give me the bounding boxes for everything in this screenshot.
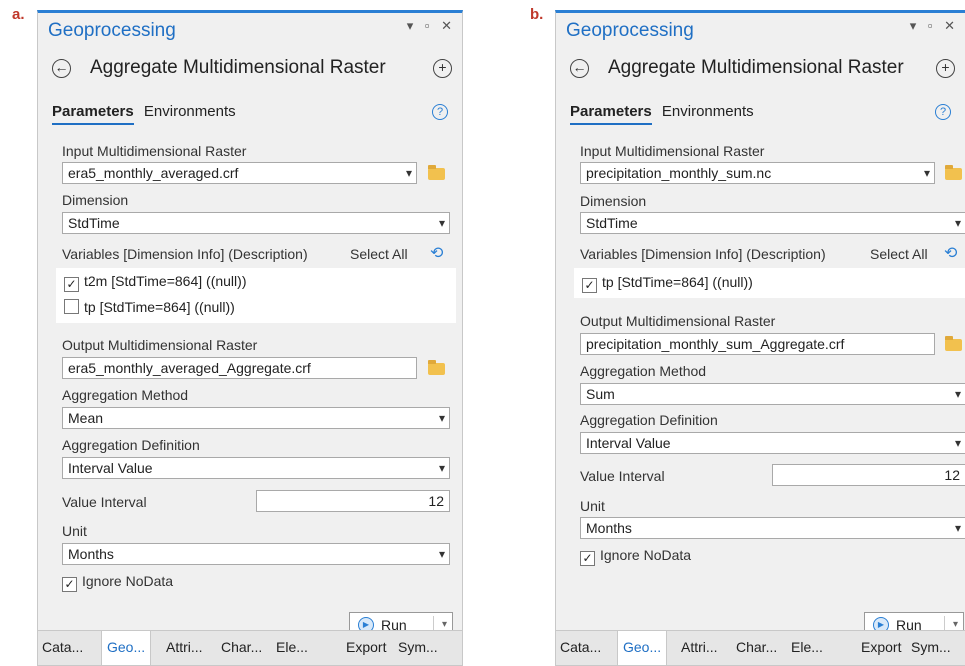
unit-select[interactable]: Months <box>580 517 965 539</box>
panel-b-label: b. <box>530 6 544 23</box>
select-all-link[interactable]: Select All <box>350 246 408 262</box>
value-interval-input[interactable]: 12 <box>256 490 450 512</box>
tool-header: ← Aggregate Multidimensional Raster + <box>38 57 462 85</box>
parameter-tabs: Parameters Environments <box>52 103 236 125</box>
pane-title: Geoprocessing <box>566 20 694 41</box>
output-raster-label: Output Multidimensional Raster <box>580 313 776 329</box>
bottom-tab-export[interactable]: Export <box>861 639 901 655</box>
tool-header: ← Aggregate Multidimensional Raster + <box>556 57 965 85</box>
aggregation-definition-label: Aggregation Definition <box>580 412 718 428</box>
variables-list: ✓ t2m [StdTime=864] ((null)) tp [StdTime=… <box>56 268 456 323</box>
input-raster-label: Input Multidimensional Raster <box>62 143 247 159</box>
checkbox-checked[interactable]: ✓ <box>582 278 597 293</box>
bottom-tab-chart[interactable]: Char... <box>736 639 777 655</box>
aggregation-definition-select[interactable]: Interval Value <box>580 432 965 454</box>
variable-label: tp [StdTime=864] ((null)) <box>602 274 753 290</box>
bottom-tab-elevation[interactable]: Ele... <box>276 639 308 655</box>
checkbox-checked[interactable]: ✓ <box>64 277 79 292</box>
aggregation-method-label: Aggregation Method <box>62 387 189 403</box>
geoprocessing-pane-a: Geoprocessing ▾ ▫ ✕ ← Aggregate Multidim… <box>37 10 463 666</box>
output-raster-field[interactable]: era5_monthly_averaged_Aggregate.crf <box>62 357 417 379</box>
tab-environments[interactable]: Environments <box>662 103 754 120</box>
variable-row[interactable]: tp [StdTime=864] ((null)) <box>64 299 235 315</box>
window-controls[interactable]: ▾ ▫ ✕ <box>407 18 456 34</box>
tab-parameters[interactable]: Parameters <box>570 103 652 125</box>
browse-folder-icon[interactable] <box>428 360 445 375</box>
browse-folder-icon[interactable] <box>428 165 445 180</box>
variables-list: ✓ tp [StdTime=864] ((null)) <box>574 268 965 298</box>
output-raster-label: Output Multidimensional Raster <box>62 337 258 353</box>
aggregation-definition-select[interactable]: Interval Value <box>62 457 450 479</box>
bottom-tab-geoprocessing[interactable]: Geo... <box>617 631 668 665</box>
bottom-tab-bar: Cata... Geo... Attri... Char... Ele... E… <box>556 630 965 665</box>
bottom-tab-attributes[interactable]: Attri... <box>681 639 718 655</box>
variables-label: Variables [Dimension Info] (Description) <box>62 246 308 262</box>
dimension-select[interactable]: StdTime <box>580 212 965 234</box>
aggregation-method-label: Aggregation Method <box>580 363 707 379</box>
value-interval-label: Value Interval <box>62 494 147 510</box>
bottom-tab-geoprocessing[interactable]: Geo... <box>101 631 152 665</box>
unit-select[interactable]: Months <box>62 543 450 565</box>
bottom-tab-export[interactable]: Export <box>346 639 386 655</box>
tab-parameters[interactable]: Parameters <box>52 103 134 125</box>
unit-label: Unit <box>580 498 605 514</box>
dimension-label: Dimension <box>580 193 647 209</box>
browse-folder-icon[interactable] <box>945 336 962 351</box>
checkbox-unchecked[interactable] <box>64 299 79 314</box>
panel-a-label: a. <box>12 6 25 23</box>
add-plus-icon[interactable]: + <box>433 59 452 78</box>
ignore-nodata-option[interactable]: ✓ Ignore NoData <box>580 547 691 566</box>
input-raster-select[interactable]: era5_monthly_averaged.crf <box>62 162 417 184</box>
bottom-tab-chart[interactable]: Char... <box>221 639 262 655</box>
aggregation-method-select[interactable]: Mean <box>62 407 450 429</box>
pane-title-bar: Geoprocessing ▾ ▫ ✕ <box>38 13 462 45</box>
window-controls[interactable]: ▾ ▫ ✕ <box>910 18 959 34</box>
tool-title: Aggregate Multidimensional Raster <box>90 57 386 78</box>
pane-title-bar: Geoprocessing ▾ ▫ ✕ <box>556 13 965 45</box>
variable-row[interactable]: ✓ t2m [StdTime=864] ((null)) <box>64 273 246 292</box>
bottom-tab-elevation[interactable]: Ele... <box>791 639 823 655</box>
dimension-select[interactable]: StdTime <box>62 212 450 234</box>
bottom-tab-symbology[interactable]: Sym... <box>911 639 951 655</box>
geoprocessing-pane-b: Geoprocessing ▾ ▫ ✕ ← Aggregate Multidim… <box>555 10 965 666</box>
ignore-nodata-option[interactable]: ✓ Ignore NoData <box>62 573 173 592</box>
bottom-tab-catalog[interactable]: Cata... <box>560 639 601 655</box>
select-all-link[interactable]: Select All <box>870 246 928 262</box>
ignore-nodata-label: Ignore NoData <box>600 547 692 563</box>
value-interval-input[interactable]: 12 <box>772 464 965 486</box>
unit-label: Unit <box>62 523 87 539</box>
bottom-tab-symbology[interactable]: Sym... <box>398 639 438 655</box>
output-raster-field[interactable]: precipitation_monthly_sum_Aggregate.crf <box>580 333 935 355</box>
value-interval-label: Value Interval <box>580 468 665 484</box>
checkbox-checked[interactable]: ✓ <box>580 551 595 566</box>
tool-title: Aggregate Multidimensional Raster <box>608 57 904 78</box>
input-raster-label: Input Multidimensional Raster <box>580 143 765 159</box>
add-plus-icon[interactable]: + <box>936 59 955 78</box>
help-icon[interactable]: ? <box>935 104 951 120</box>
browse-folder-icon[interactable] <box>945 165 962 180</box>
input-raster-select[interactable]: precipitation_monthly_sum.nc <box>580 162 935 184</box>
help-icon[interactable]: ? <box>432 104 448 120</box>
back-arrow-icon[interactable]: ← <box>570 59 589 78</box>
variables-label: Variables [Dimension Info] (Description) <box>580 246 826 262</box>
tab-environments[interactable]: Environments <box>144 103 236 120</box>
bottom-tab-catalog[interactable]: Cata... <box>42 639 83 655</box>
pane-title: Geoprocessing <box>48 20 176 41</box>
ignore-nodata-label: Ignore NoData <box>82 573 174 589</box>
checkbox-checked[interactable]: ✓ <box>62 577 77 592</box>
variable-row[interactable]: ✓ tp [StdTime=864] ((null)) <box>582 274 753 293</box>
bottom-tab-attributes[interactable]: Attri... <box>166 639 203 655</box>
variable-label: tp [StdTime=864] ((null)) <box>84 299 235 315</box>
aggregation-method-select[interactable]: Sum <box>580 383 965 405</box>
back-arrow-icon[interactable]: ← <box>52 59 71 78</box>
bottom-tab-bar: Cata... Geo... Attri... Char... Ele... E… <box>38 630 462 665</box>
refresh-icon[interactable]: ⟲ <box>944 243 957 263</box>
aggregation-definition-label: Aggregation Definition <box>62 437 200 453</box>
parameter-tabs: Parameters Environments <box>570 103 754 125</box>
refresh-icon[interactable]: ⟲ <box>430 243 443 263</box>
dimension-label: Dimension <box>62 192 129 208</box>
variable-label: t2m [StdTime=864] ((null)) <box>84 273 247 289</box>
